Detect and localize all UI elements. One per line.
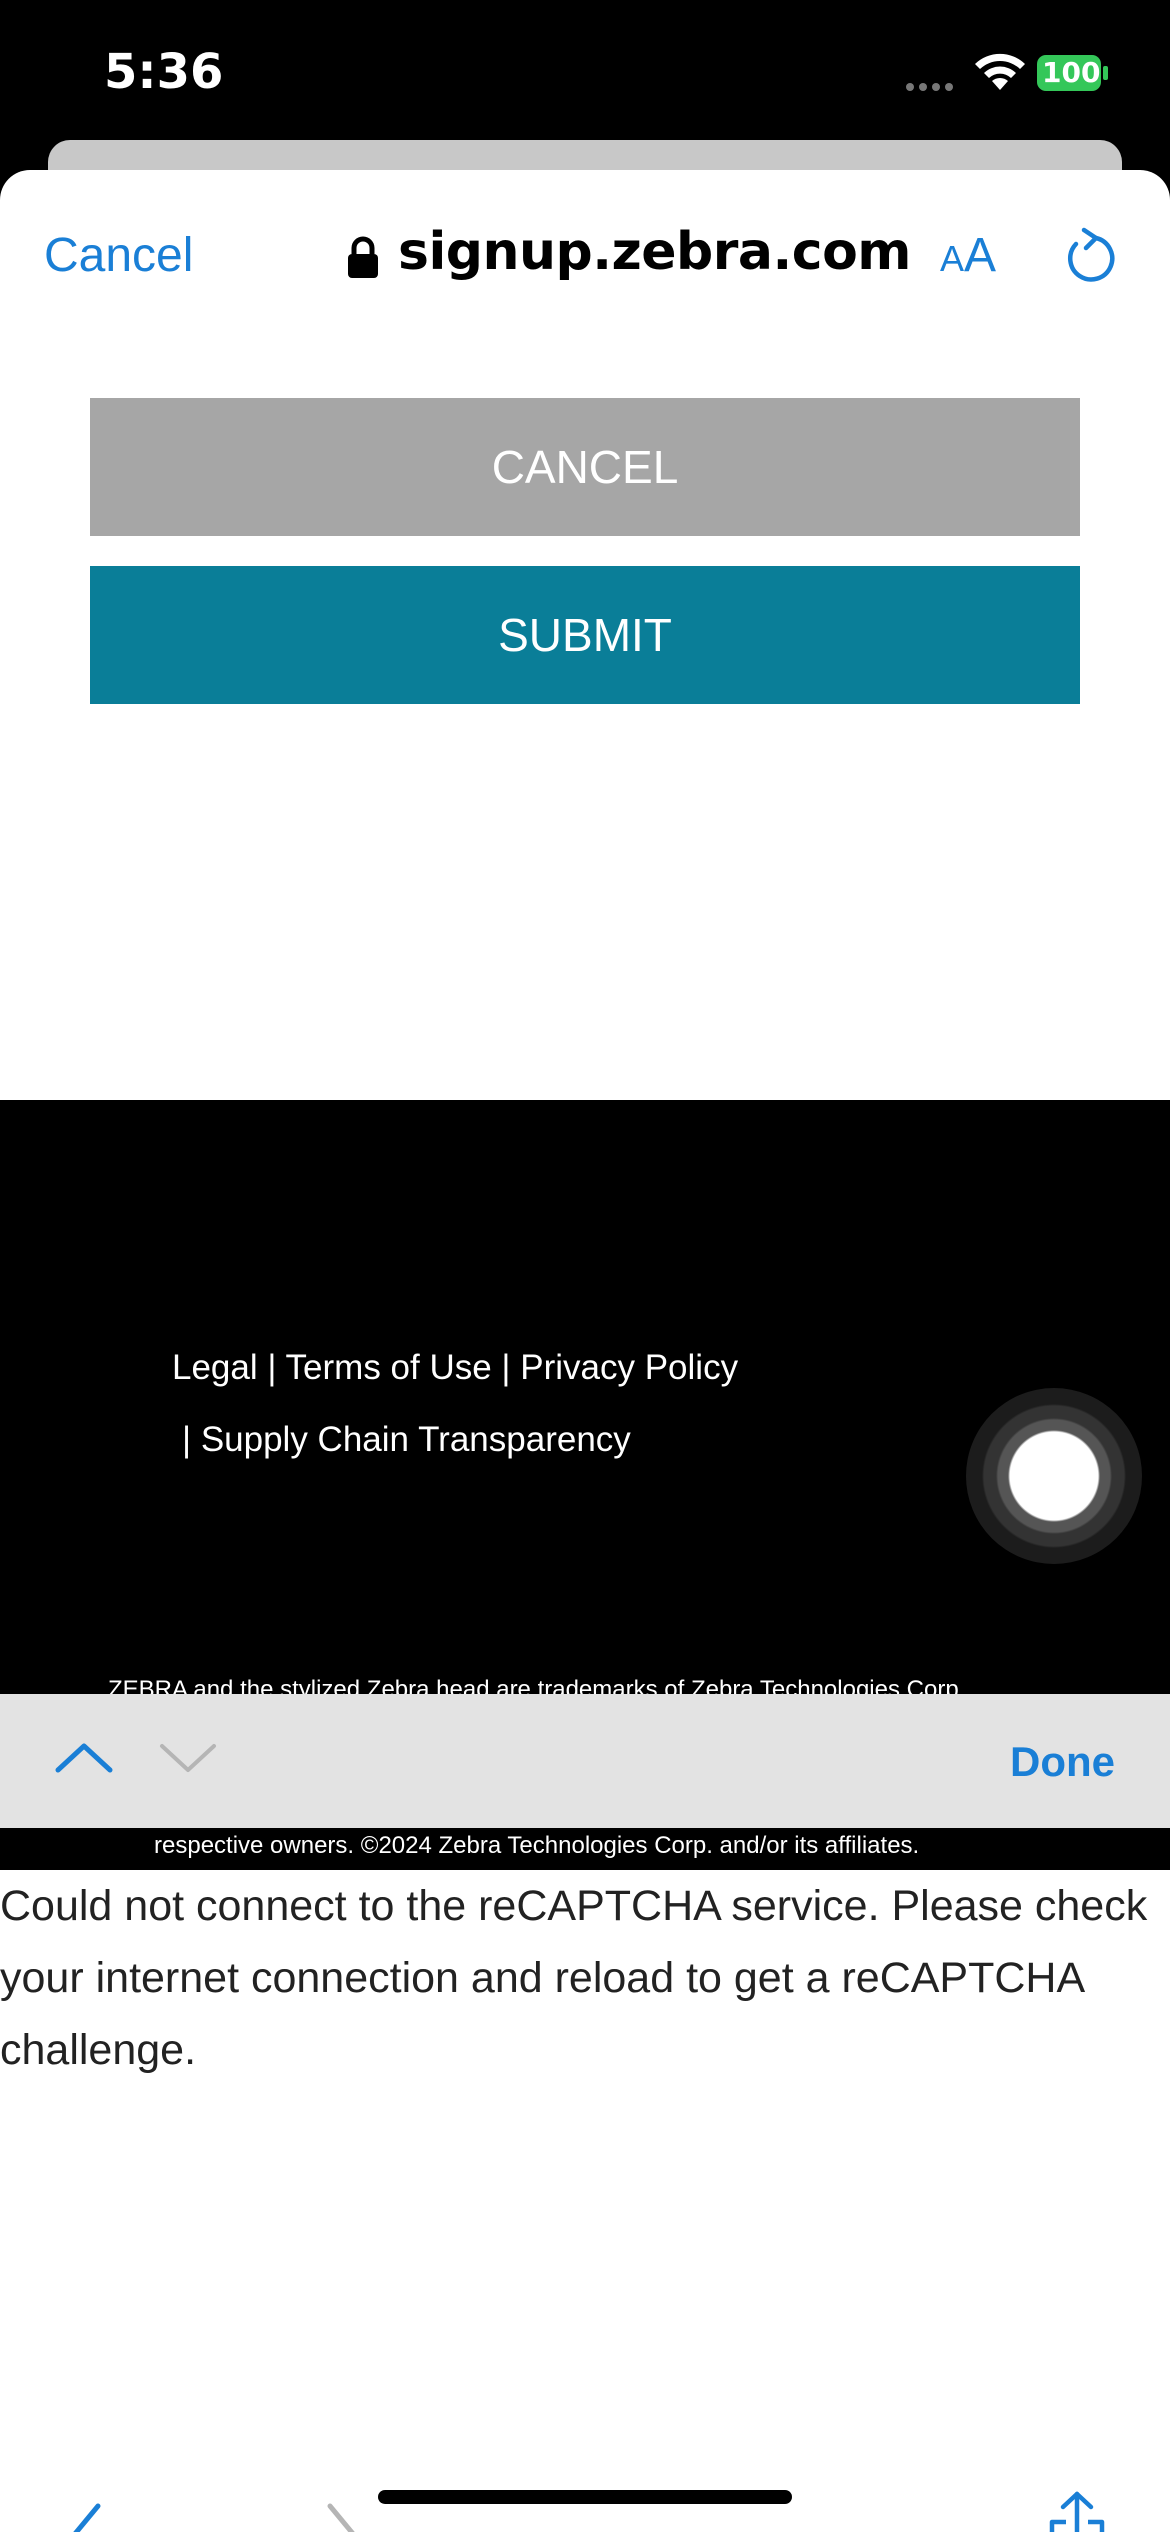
find-bar: Done: [0, 1694, 1170, 1828]
browser-sheet: Cancel signup.zebra.com AA CANCEL SUBMIT…: [0, 170, 1170, 2532]
find-done-button[interactable]: Done: [1010, 1738, 1115, 1786]
back-arrow-icon[interactable]: [66, 2500, 106, 2532]
footer-links: Legal | Terms of Use | Privacy Policy | …: [172, 1332, 738, 1476]
browser-nav-bar: Cancel signup.zebra.com AA: [0, 170, 1170, 340]
text-size-large-label: A: [964, 229, 997, 282]
footer-links-line2[interactable]: | Supply Chain Transparency: [172, 1404, 738, 1476]
chevron-up-icon[interactable]: [52, 1738, 116, 1778]
home-indicator: [378, 2490, 792, 2504]
footer-legal-strip: respective owners. ©2024 Zebra Technolog…: [0, 1828, 1170, 1870]
footer-legal-text-2: respective owners. ©2024 Zebra Technolog…: [154, 1832, 920, 1859]
text-size-small-label: A: [940, 238, 965, 279]
url-address[interactable]: signup.zebra.com: [398, 222, 912, 282]
page-footer: Legal | Terms of Use | Privacy Policy | …: [0, 1100, 1170, 1703]
assistive-touch-button[interactable]: [966, 1388, 1142, 1564]
chevron-down-icon[interactable]: [156, 1738, 220, 1778]
text-size-button[interactable]: AA: [940, 228, 996, 283]
form-submit-button[interactable]: SUBMIT: [90, 566, 1080, 704]
forward-arrow-icon[interactable]: [322, 2500, 362, 2532]
reload-icon[interactable]: [1062, 226, 1118, 288]
recaptcha-error-message: Could not connect to the reCAPTCHA servi…: [0, 1882, 1148, 2074]
footer-links-line1[interactable]: Legal | Terms of Use | Privacy Policy: [172, 1332, 738, 1404]
status-bar: 5:36 100: [0, 0, 1170, 140]
bottom-toolbar: [0, 2440, 1170, 2532]
share-icon[interactable]: [1044, 2490, 1110, 2532]
cellular-signal-icon: [906, 78, 966, 91]
lock-icon: [348, 236, 378, 278]
battery-icon: 100: [1036, 54, 1110, 92]
status-time: 5:36: [104, 44, 224, 100]
browser-cancel-button[interactable]: Cancel: [44, 228, 193, 283]
battery-level: 100: [1042, 56, 1101, 89]
wifi-icon: [975, 53, 1025, 90]
form-cancel-button[interactable]: CANCEL: [90, 398, 1080, 536]
